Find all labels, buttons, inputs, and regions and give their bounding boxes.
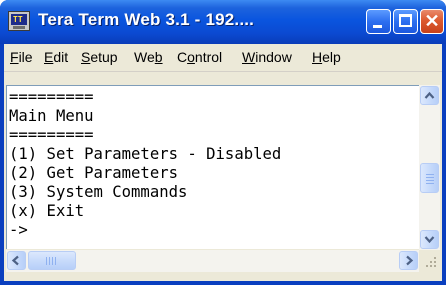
terminal-line: (x) Exit (9, 202, 85, 220)
title-bar[interactable]: TT Tera Term Web 3.1 - 192.... ✕ (0, 0, 446, 44)
vertical-scrollbar[interactable] (419, 85, 440, 250)
terminal-prompt: -> (9, 221, 28, 239)
terminal-screen[interactable]: ========= Main Menu ========= (1) Set Pa… (6, 85, 420, 249)
terminal-line: (1) Set Parameters - Disabled (9, 145, 282, 163)
menu-edit[interactable]: Edit (44, 49, 68, 65)
scroll-up-button[interactable] (420, 86, 439, 105)
chevron-up-icon (424, 91, 435, 99)
menu-window[interactable]: Window (242, 49, 292, 65)
minimize-icon (373, 25, 382, 28)
terminal-line: (3) System Commands (9, 183, 188, 201)
terminal-line: ========= (9, 126, 94, 144)
terminal-line: Main Menu (9, 107, 94, 125)
minimize-button[interactable] (366, 9, 391, 34)
terminal-line: (2) Get Parameters (9, 164, 178, 182)
vertical-scroll-thumb[interactable] (420, 163, 439, 193)
chevron-down-icon (424, 236, 435, 244)
client-area: ========= Main Menu ========= (1) Set Pa… (4, 72, 442, 281)
menu-file[interactable]: File (10, 49, 33, 65)
tera-term-app-icon[interactable]: TT (8, 11, 30, 31)
menu-bar: File Edit Setup Web Control Window Help (4, 44, 442, 72)
chevron-right-icon (406, 255, 414, 266)
window-title: Tera Term Web 3.1 - 192.... (38, 10, 255, 29)
maximize-icon (399, 14, 412, 27)
resize-grip-icon[interactable] (421, 252, 439, 270)
chevron-left-icon (11, 255, 19, 266)
horizontal-scroll-thumb[interactable] (28, 251, 76, 270)
horizontal-scrollbar[interactable] (6, 250, 419, 272)
scroll-right-button[interactable] (399, 251, 418, 270)
menu-web[interactable]: Web (134, 49, 163, 65)
menu-file-rest: ile (18, 49, 33, 65)
close-button[interactable]: ✕ (420, 9, 444, 34)
menu-control[interactable]: Control (177, 49, 222, 65)
terminal-line: ========= (9, 88, 94, 106)
app-icon-text: TT (13, 15, 23, 24)
window-bottom-border (4, 272, 442, 281)
menu-help[interactable]: Help (312, 49, 341, 65)
maximize-button[interactable] (393, 9, 418, 34)
scroll-left-button[interactable] (7, 251, 26, 270)
close-icon: ✕ (424, 11, 440, 31)
scroll-down-button[interactable] (420, 230, 439, 249)
tera-term-window: TT Tera Term Web 3.1 - 192.... ✕ File Ed… (0, 0, 446, 285)
menu-setup[interactable]: Setup (81, 49, 118, 65)
